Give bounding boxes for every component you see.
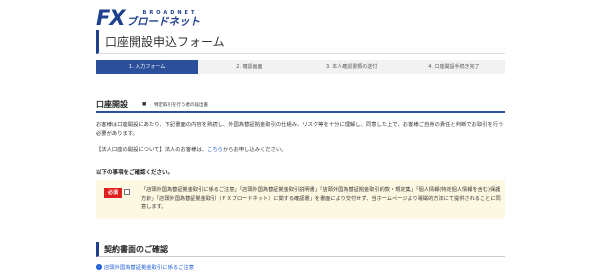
corporate-account-note: 【法人口座の開設について】法人のお客様は、こちらからお申し込みください。 [96, 145, 287, 153]
contract-documents-header: 契約書面のご確認 [96, 242, 505, 257]
square-mark-icon: ■ [142, 102, 147, 107]
section-subtitle: 特定取引を行う者の届出書 [154, 103, 208, 108]
confirm-heading: 以下の事項をご確認ください。 [96, 170, 174, 176]
step-progress: 1. 入力フォーム 2. 確認画面 3. 本人確認書類の送付 4. 口座開設手続… [96, 60, 505, 74]
broadnet-logo[interactable]: FX BROADNET ブロードネット [96, 6, 201, 30]
corporate-account-link[interactable]: こちら [207, 147, 223, 153]
step-input-form: 1. 入力フォーム [96, 60, 199, 74]
step-complete: 4. 口座開設手続き完了 [428, 64, 480, 70]
section-header: 口座開設 ■ 特定取引を行う者の届出書 [96, 99, 505, 113]
logo-jp-text: ブロードネット [126, 16, 201, 28]
consent-box: 必須 「店頭外国為替証拠金取引に係るご注意」「店頭外国為替証拠金取引説明書」「店… [96, 180, 505, 219]
intro-text: お客様は口座開設にあたり、下記書面の内容を熟読し、外国為替証拠金取引の仕組み、リ… [96, 122, 504, 137]
corporate-note-suffix: からお申し込みください。 [222, 147, 287, 153]
document-link-label: 店頭外国為替証拠金取引に係るご注意 [104, 265, 195, 271]
logo-fx-text: FX [96, 6, 126, 30]
section-title: 口座開設 [96, 100, 128, 109]
step-confirm: 2. 確認画面 [236, 64, 263, 70]
corporate-note-prefix: 【法人口座の開設について】法人のお客様は、 [96, 147, 208, 153]
required-badge: 必須 [104, 188, 122, 198]
page-title: 口座開設申込フォーム [105, 35, 225, 49]
document-link[interactable]: › 店頭外国為替証拠金取引に係るご注意 [96, 263, 194, 271]
step-id-documents: 3. 本人確認書類の送付 [325, 64, 378, 70]
consent-text: 「店頭外国為替証拠金取引に係るご注意」「店頭外国為替証拠金取引説明書」「店頭外国… [141, 187, 501, 210]
title-bar: 口座開設申込フォーム [96, 30, 505, 54]
consent-checkbox[interactable] [124, 189, 130, 195]
contract-documents-title: 契約書面のご確認 [104, 245, 168, 254]
arrow-circle-icon: › [96, 264, 102, 270]
